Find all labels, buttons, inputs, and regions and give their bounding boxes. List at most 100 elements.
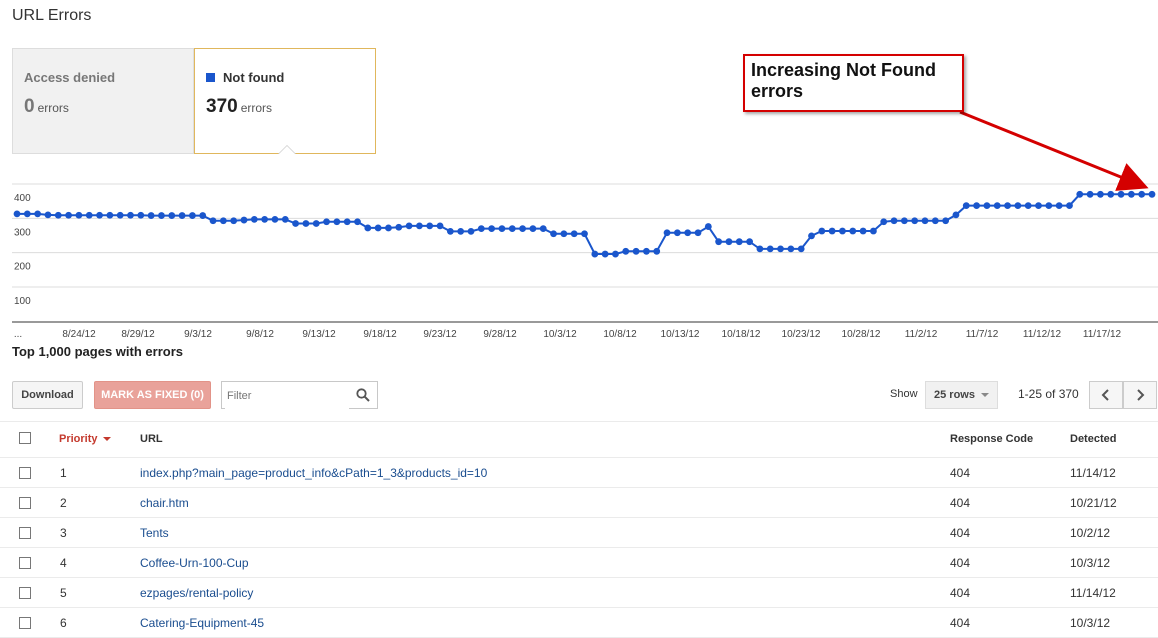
data-point <box>983 202 991 210</box>
row-url-link[interactable]: Coffee-Urn-100-Cup <box>140 556 249 570</box>
x-tick-label: 11/17/12 <box>1083 329 1122 340</box>
select-all-checkbox[interactable] <box>19 432 31 444</box>
data-point <box>127 211 134 219</box>
data-point <box>808 232 815 240</box>
row-checkbox[interactable] <box>19 527 31 539</box>
data-point <box>281 215 289 223</box>
table-section-title: Top 1,000 pages with errors <box>12 344 183 359</box>
table-header: Priority URL Response Code Detected <box>0 421 1158 458</box>
row-checkbox[interactable] <box>19 587 31 599</box>
data-point <box>333 218 341 226</box>
annotation-arrow <box>959 110 1149 191</box>
data-point <box>694 229 702 237</box>
url-column-header[interactable]: URL <box>140 433 163 445</box>
data-point <box>550 230 557 238</box>
priority-column-header[interactable]: Priority <box>59 433 111 445</box>
rows-per-page-select[interactable]: 25 rows <box>925 381 998 409</box>
x-tick-label: 11/12/12 <box>1023 329 1062 340</box>
chevron-down-icon <box>980 393 989 397</box>
data-point <box>250 215 258 223</box>
row-checkbox[interactable] <box>19 467 31 479</box>
detected-column-header[interactable]: Detected <box>1070 433 1116 445</box>
filter-input[interactable] <box>225 383 349 409</box>
data-point <box>663 229 671 237</box>
data-point <box>34 210 42 218</box>
data-point <box>581 230 588 238</box>
data-point <box>158 212 165 219</box>
x-tick-label: 8/24/12 <box>62 329 96 340</box>
row-response-code: 404 <box>950 616 971 630</box>
data-point <box>209 217 217 225</box>
row-url-link[interactable]: chair.htm <box>140 496 189 510</box>
download-button[interactable]: Download <box>12 381 83 409</box>
next-page-button[interactable] <box>1123 381 1157 409</box>
data-point <box>323 218 330 226</box>
data-point <box>777 245 784 253</box>
search-icon[interactable] <box>356 388 370 402</box>
row-response-code: 404 <box>950 496 971 510</box>
data-point <box>529 225 537 233</box>
data-point <box>962 202 970 210</box>
row-checkbox[interactable] <box>19 557 31 569</box>
row-url-link[interactable]: Catering-Equipment-45 <box>140 616 264 630</box>
series-line <box>17 193 1152 255</box>
row-checkbox[interactable] <box>19 617 31 629</box>
data-point <box>1066 202 1073 210</box>
row-checkbox[interactable] <box>19 497 31 509</box>
data-point <box>601 250 609 258</box>
data-point <box>96 211 103 219</box>
data-point <box>385 224 392 232</box>
y-tick-label: 200 <box>14 262 31 273</box>
data-point <box>374 224 382 232</box>
data-point <box>416 222 423 230</box>
x-tick-label: 9/18/12 <box>363 329 397 340</box>
data-point <box>818 227 826 235</box>
data-point <box>405 222 413 230</box>
row-response-code: 404 <box>950 526 971 540</box>
y-tick-label: 300 <box>14 227 31 238</box>
data-point <box>54 211 62 219</box>
prev-page-button[interactable] <box>1089 381 1123 409</box>
row-url-link[interactable]: index.php?main_page=product_info&cPath=1… <box>140 466 487 480</box>
data-point <box>973 202 980 210</box>
row-detected-date: 11/14/12 <box>1070 466 1116 480</box>
y-tick-label: 100 <box>14 296 31 307</box>
data-point <box>457 227 465 235</box>
row-detected-date: 10/3/12 <box>1070 616 1111 630</box>
data-point <box>519 225 526 233</box>
data-point <box>952 211 960 219</box>
data-point <box>570 230 578 238</box>
table-row: 5 ezpages/rental-policy 404 11/14/12 <box>0 578 1158 608</box>
data-point <box>106 211 114 219</box>
filter-field[interactable] <box>221 381 378 409</box>
row-priority: 2 <box>60 496 67 510</box>
row-url-link[interactable]: Tents <box>140 526 169 540</box>
data-point <box>797 245 805 253</box>
x-tick-label: 9/3/12 <box>184 329 212 340</box>
data-point <box>746 238 753 246</box>
data-point <box>612 250 619 258</box>
data-point <box>147 212 155 219</box>
data-point <box>849 227 857 235</box>
data-point <box>498 225 506 233</box>
data-point <box>725 238 733 246</box>
row-response-code: 404 <box>950 466 971 480</box>
x-tick-label: 10/23/12 <box>782 329 821 340</box>
data-point <box>467 227 475 235</box>
data-point <box>632 247 640 255</box>
x-tick-label: 9/28/12 <box>483 329 517 340</box>
row-url-link[interactable]: ezpages/rental-policy <box>140 586 253 600</box>
data-point <box>13 210 21 218</box>
row-detected-date: 10/3/12 <box>1070 556 1111 570</box>
x-tick-label: 9/23/12 <box>423 329 457 340</box>
data-point <box>684 229 692 237</box>
data-point <box>880 218 888 226</box>
mark-as-fixed-button[interactable]: MARK AS FIXED (0) <box>94 381 211 409</box>
data-point <box>715 238 723 246</box>
row-priority: 5 <box>60 586 67 600</box>
response-code-column-header[interactable]: Response Code <box>950 433 1033 445</box>
data-point <box>261 215 269 223</box>
row-response-code: 404 <box>950 586 971 600</box>
data-point <box>766 245 774 253</box>
data-point <box>1035 202 1042 210</box>
